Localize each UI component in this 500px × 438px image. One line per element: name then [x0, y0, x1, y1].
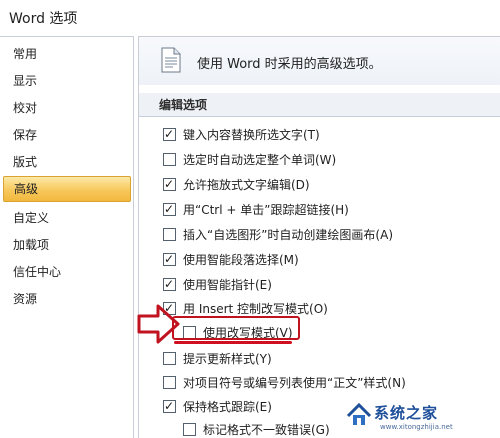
option-label: 用 Insert 控制改写模式(O) — [183, 302, 328, 316]
sidebar-item-save[interactable]: 保存 — [3, 122, 131, 148]
check-icon: ✓ — [164, 277, 175, 291]
sidebar-item-proofing[interactable]: 校对 — [3, 95, 131, 121]
document-options-icon — [161, 47, 181, 73]
checkbox[interactable]: ✓ — [163, 277, 176, 291]
check-icon: ✓ — [164, 399, 175, 413]
window-title: Word 选项 — [9, 11, 78, 27]
check-icon: ✓ — [164, 177, 175, 191]
sidebar: 常用 显示 校对 保存 版式 高级 自定义 加载项 信任中心 资源 — [0, 36, 134, 438]
sidebar-item-advanced[interactable]: 高级 — [3, 176, 131, 202]
checkbox[interactable] — [163, 153, 176, 166]
checkbox[interactable] — [183, 326, 196, 339]
checkbox[interactable] — [163, 228, 176, 241]
checkbox[interactable]: ✓ — [163, 202, 176, 216]
check-icon: ✓ — [164, 252, 175, 266]
checkbox[interactable]: ✓ — [163, 177, 176, 191]
option-label: 使用智能指针(E) — [183, 278, 272, 292]
check-icon: ✓ — [164, 127, 175, 141]
option-label: 允许拖放式文字编辑(D) — [183, 178, 310, 192]
checkbox[interactable] — [183, 423, 196, 436]
option-label: 提示更新样式(Y) — [183, 352, 272, 366]
checkbox[interactable] — [163, 376, 176, 389]
option-label: 键入内容替换所选文字(T) — [183, 128, 320, 142]
checkbox[interactable]: ✓ — [163, 301, 176, 315]
sidebar-item-trust-center[interactable]: 信任中心 — [3, 259, 131, 285]
option-label: 选定时自动选定整个单词(W) — [183, 153, 337, 167]
option-label: 标记格式不一致错误(G) — [203, 423, 330, 437]
sidebar-item-resources[interactable]: 资源 — [3, 286, 131, 312]
section-title-editing: 编辑选项 — [139, 93, 500, 117]
sidebar-item-addins[interactable]: 加载项 — [3, 232, 131, 258]
checkbox[interactable]: ✓ — [163, 252, 176, 266]
sidebar-item-customize[interactable]: 自定义 — [3, 205, 131, 231]
title-bar: Word 选项 — [0, 0, 500, 34]
option-label: 用“Ctrl + 单击”跟踪超链接(H) — [183, 203, 349, 217]
option-label: 使用智能段落选择(M) — [183, 253, 299, 267]
option-label: 对项目符号或编号列表使用“正文”样式(N) — [183, 376, 406, 390]
option-label: 插入“自选图形”时自动创建绘图画布(A) — [183, 228, 394, 242]
option-label: 使用改写模式(V) — [203, 326, 293, 340]
check-icon: ✓ — [164, 202, 175, 216]
check-icon: ✓ — [164, 301, 175, 315]
advanced-options-panel: 使用 Word 时采用的高级选项。 编辑选项 ✓ 键入内容替换所选文字(T) 选… — [138, 36, 500, 438]
checkbox[interactable] — [163, 352, 176, 365]
panel-header: 使用 Word 时采用的高级选项。 — [139, 37, 500, 85]
sidebar-item-display[interactable]: 显示 — [3, 68, 131, 94]
checkbox[interactable]: ✓ — [163, 399, 176, 413]
panel-header-text: 使用 Word 时采用的高级选项。 — [197, 57, 382, 72]
option-label: 保持格式跟踪(E) — [183, 400, 272, 414]
sidebar-item-common[interactable]: 常用 — [3, 41, 131, 67]
sidebar-item-layout[interactable]: 版式 — [3, 149, 131, 175]
checkbox[interactable]: ✓ — [163, 127, 176, 141]
